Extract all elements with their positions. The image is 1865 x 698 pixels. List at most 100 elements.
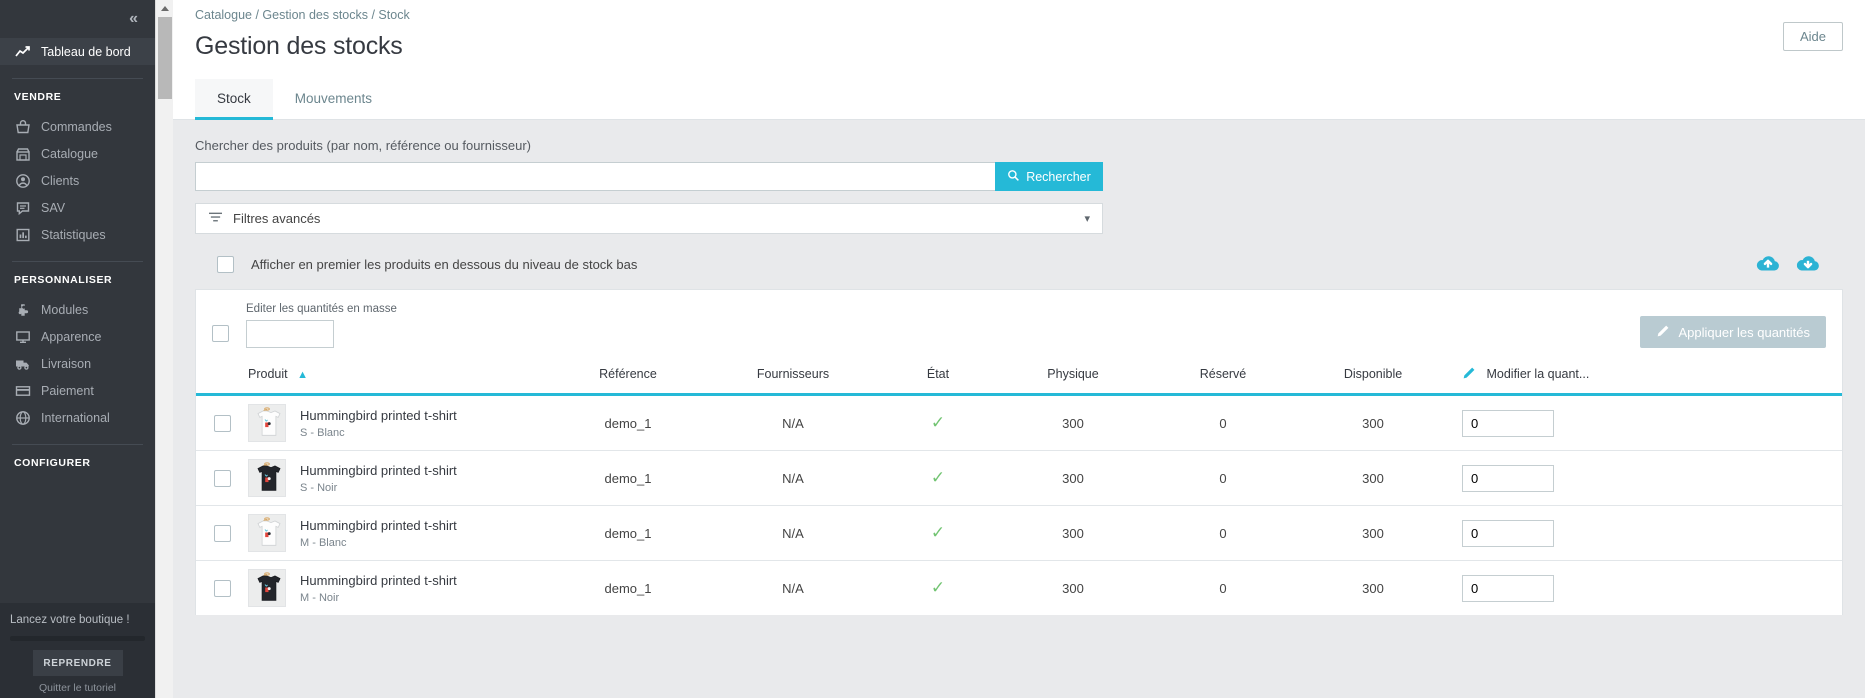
header-suppliers[interactable]: Fournisseurs xyxy=(708,360,878,396)
header-physical[interactable]: Physique xyxy=(998,360,1148,396)
user-circle-icon xyxy=(14,172,31,189)
tutorial-resume-button[interactable]: REPRENDRE xyxy=(32,650,123,676)
header-available[interactable]: Disponible xyxy=(1298,360,1448,396)
product-attribute: S - Noir xyxy=(300,481,338,494)
sidebar-group-title-configurer: CONFIGURER xyxy=(14,457,91,469)
tab-mouvements[interactable]: Mouvements xyxy=(273,79,394,120)
check-icon: ✓ xyxy=(930,413,946,432)
sidebar-item-dashboard[interactable]: Tableau de bord xyxy=(0,38,155,65)
scrollbar-thumb[interactable] xyxy=(158,17,172,99)
row-quantity-input[interactable] xyxy=(1462,574,1554,602)
row-suppliers: N/A xyxy=(708,394,878,451)
sidebar-item-label: Paiement xyxy=(41,383,94,398)
bulk-quantity-input[interactable] xyxy=(246,320,334,348)
sidebar-item-clients[interactable]: Clients xyxy=(0,167,155,194)
advanced-filters-label: Filtres avancés xyxy=(233,211,321,226)
bulk-select-all-checkbox[interactable] xyxy=(212,325,229,342)
row-reserved: 0 xyxy=(1219,580,1227,596)
row-state: ✓ xyxy=(878,561,998,616)
row-select-checkbox[interactable] xyxy=(213,524,231,542)
product-name: Hummingbird printed t-shirt xyxy=(300,462,457,478)
row-state: ✓ xyxy=(878,394,998,451)
sidebar-item-label: Tableau de bord xyxy=(41,44,131,59)
sidebar-item-catalogue[interactable]: Catalogue xyxy=(0,140,155,167)
sidebar-item-commandes[interactable]: Commandes xyxy=(0,113,155,140)
low-stock-label: Afficher en premier les produits en dess… xyxy=(251,257,638,272)
sidebar-item-international[interactable]: International xyxy=(0,404,155,431)
row-physical: 300 xyxy=(1062,580,1084,596)
row-select-checkbox[interactable] xyxy=(213,579,231,597)
row-checkbox-cell xyxy=(196,394,248,451)
sidebar-item-label: International xyxy=(41,410,110,425)
table-row: Hummingbird printed t-shirt M - Noir dem… xyxy=(196,561,1842,616)
row-quantity-input[interactable] xyxy=(1462,409,1554,437)
row-product-cell: Hummingbird printed t-shirt M - Blanc xyxy=(248,505,548,561)
sidebar-item-label: Statistiques xyxy=(41,227,106,242)
row-select-checkbox[interactable] xyxy=(213,414,231,432)
stock-table: Produit ▲ Référence Fournisseurs État Ph… xyxy=(196,360,1842,615)
sidebar-item-label: Catalogue xyxy=(41,146,98,161)
low-stock-filter-row: Afficher en premier les produits en dess… xyxy=(195,256,1843,273)
store-icon xyxy=(14,145,31,162)
product-attribute: S - Blanc xyxy=(300,426,345,439)
row-select-checkbox[interactable] xyxy=(213,469,231,487)
row-quantity-input[interactable] xyxy=(1462,464,1554,492)
header-reserved[interactable]: Réservé xyxy=(1148,360,1298,396)
page-scrollbar[interactable] xyxy=(155,0,174,698)
pencil-icon xyxy=(1462,367,1479,381)
row-checkbox-cell xyxy=(196,561,248,616)
row-quantity-input[interactable] xyxy=(1462,519,1554,547)
truck-icon xyxy=(14,355,31,372)
sidebar-item-livraison[interactable]: Livraison xyxy=(0,350,155,377)
sidebar-group-vendre: VENDRE Commandes Catalogue Clients SAV S… xyxy=(0,91,155,248)
sidebar-item-statistiques[interactable]: Statistiques xyxy=(0,221,155,248)
header-state[interactable]: État xyxy=(878,360,998,396)
apply-quantities-button[interactable]: Appliquer les quantités xyxy=(1640,316,1826,348)
row-modify-cell xyxy=(1448,561,1842,616)
sidebar-collapse-button[interactable]: « xyxy=(0,0,155,38)
row-modify-cell xyxy=(1448,450,1842,506)
page-title: Gestion des stocks xyxy=(195,32,403,60)
search-input[interactable] xyxy=(195,162,995,191)
sidebar-group-personnaliser: PERSONNALISER Modules Apparence Livraiso… xyxy=(0,274,155,431)
globe-icon xyxy=(14,409,31,426)
cloud-download-icon[interactable] xyxy=(1795,252,1821,279)
header-product[interactable]: Produit ▲ xyxy=(248,360,548,396)
sidebar-divider-2 xyxy=(12,261,143,262)
search-section: Chercher des produits (par nom, référenc… xyxy=(173,120,1865,273)
prestashop-admin-window: « Tableau de bord VENDRE Commandes Catal xyxy=(0,0,1865,698)
sidebar-item-modules[interactable]: Modules xyxy=(0,296,155,323)
tab-bar: Stock Mouvements xyxy=(173,79,1865,120)
bulk-quantity-field: Editer les quantités en masse xyxy=(246,303,397,348)
header-checkbox-col xyxy=(196,360,248,396)
sidebar-item-sav[interactable]: SAV xyxy=(0,194,155,221)
row-reserved: 0 xyxy=(1148,394,1298,451)
row-reference: demo_1 xyxy=(604,580,652,596)
low-stock-checkbox[interactable] xyxy=(217,256,234,273)
sidebar-item-apparence[interactable]: Apparence xyxy=(0,323,155,350)
check-icon: ✓ xyxy=(930,578,946,597)
header-product-label: Produit xyxy=(248,366,288,381)
pencil-icon xyxy=(1656,324,1670,341)
help-button[interactable]: Aide xyxy=(1782,22,1843,51)
sidebar-group-title: VENDRE xyxy=(14,91,62,103)
header-reference[interactable]: Référence xyxy=(548,360,708,396)
tutorial-text: Lancez votre boutique ! xyxy=(10,614,130,626)
advanced-filters-toggle[interactable]: Filtres avancés ▾ xyxy=(195,203,1103,234)
tab-stock[interactable]: Stock xyxy=(195,79,273,120)
row-suppliers: N/A xyxy=(782,580,804,596)
chevron-down-icon: ▾ xyxy=(1084,213,1090,225)
search-button-label: Rechercher xyxy=(1026,169,1091,184)
row-physical: 300 xyxy=(998,450,1148,506)
sidebar-item-paiement[interactable]: Paiement xyxy=(0,377,155,404)
shopping-basket-icon xyxy=(14,118,31,135)
search-button[interactable]: Rechercher xyxy=(995,162,1103,191)
scroll-up-arrow-icon[interactable] xyxy=(156,0,174,17)
bulk-edit-row: Editer les quantités en masse Appliquer … xyxy=(196,290,1842,360)
cloud-upload-icon[interactable] xyxy=(1755,252,1781,279)
trending-up-icon xyxy=(14,43,31,60)
stock-table-header: Produit ▲ Référence Fournisseurs État Ph… xyxy=(196,360,1842,396)
credit-card-icon xyxy=(14,382,31,399)
tutorial-quit-link[interactable]: Quitter le tutoriel xyxy=(10,682,145,694)
row-state: ✓ xyxy=(878,505,998,561)
